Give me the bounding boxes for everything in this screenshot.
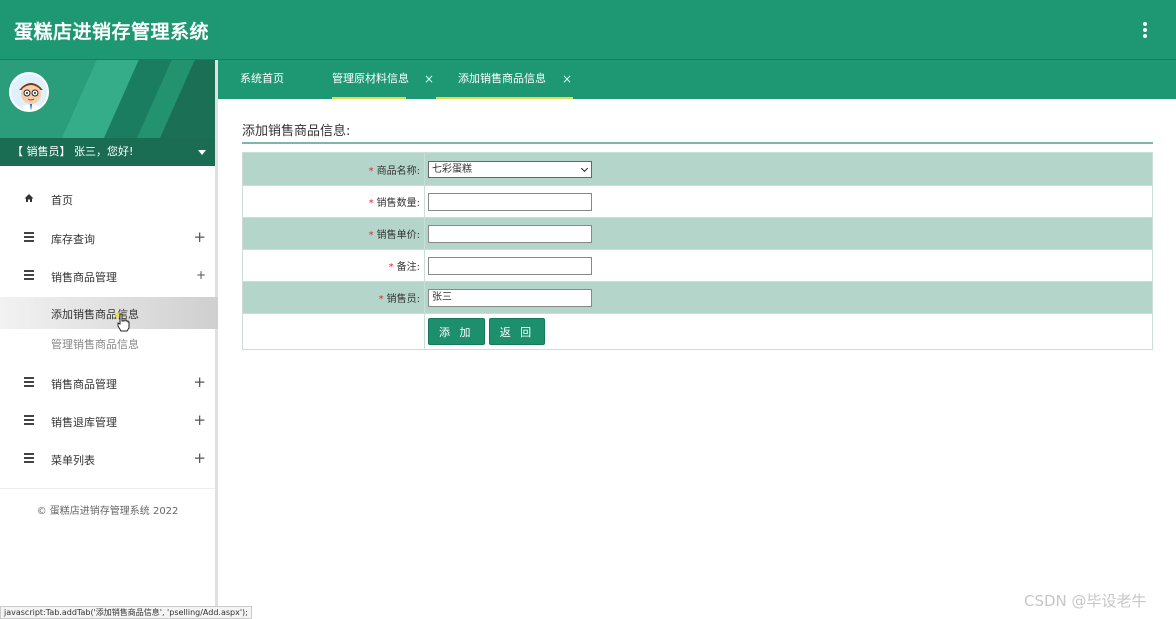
field-label: 备注: bbox=[396, 262, 420, 273]
sidebar: 【 销售员】 张三，您好! 首页 库存查询 + 销售商品管理 + 添加销售商品信… bbox=[0, 60, 218, 619]
close-icon[interactable]: × bbox=[562, 60, 572, 98]
form-row: * 备注: bbox=[242, 249, 1153, 282]
sidebar-item-label: 销售商品管理 bbox=[51, 271, 117, 284]
select-value: 七彩蛋糕 bbox=[432, 163, 472, 175]
tab-bar: 系统首页 管理原材料信息 × 添加销售商品信息 × bbox=[218, 60, 1176, 99]
chevron-down-icon bbox=[580, 164, 589, 172]
tab-system-home[interactable]: 系统首页 bbox=[240, 60, 284, 99]
avatar[interactable] bbox=[9, 72, 49, 112]
sidebar-subitem-manage-sales-goods[interactable]: 管理销售商品信息 bbox=[0, 327, 218, 359]
menu-icon bbox=[24, 453, 34, 463]
watermark: CSDN @毕设老牛 bbox=[1024, 592, 1147, 610]
plus-icon: + bbox=[193, 411, 206, 429]
required-mark: * bbox=[378, 294, 384, 305]
sidebar-item-inventory-query[interactable]: 库存查询 + bbox=[0, 219, 218, 257]
plus-icon: + bbox=[193, 373, 206, 391]
sidebar-item-label: 菜单列表 bbox=[51, 454, 95, 467]
form-row: * 销售员: 张三 bbox=[242, 281, 1153, 314]
required-mark: * bbox=[368, 198, 374, 209]
main-content: 添加销售商品信息: * 商品名称: 七彩蛋糕 * 销售数量: * 销售单价: * 备注:… bbox=[218, 99, 1176, 619]
form-row: 添 加 返 回 bbox=[242, 313, 1153, 350]
plus-icon: + bbox=[195, 268, 206, 282]
field-label: 商品名称: bbox=[376, 165, 420, 177]
add-button[interactable]: 添 加 bbox=[428, 318, 485, 345]
profile-banner: 【 销售员】 张三，您好! bbox=[0, 60, 215, 166]
top-header: 蛋糕店进销存管理系统 bbox=[0, 0, 1176, 60]
sidebar-item-label: 首页 bbox=[51, 194, 73, 207]
copyright: © 蛋糕店进销存管理系统 2022 bbox=[36, 506, 179, 517]
back-button[interactable]: 返 回 bbox=[488, 318, 546, 345]
page-title: 添加销售商品信息: bbox=[242, 124, 351, 139]
hand-cursor-icon bbox=[115, 312, 131, 332]
home-icon bbox=[24, 193, 34, 203]
sidebar-item-label: 库存查询 bbox=[51, 233, 95, 246]
user-greeting: 【 销售员】 张三，您好! bbox=[12, 145, 134, 158]
form-row: * 销售单价: bbox=[242, 217, 1153, 250]
plus-icon: + bbox=[193, 228, 206, 246]
add-sales-form: * 商品名称: 七彩蛋糕 * 销售数量: * 销售单价: * 备注: * 销售员: 张三 bbox=[242, 152, 1153, 350]
title-divider bbox=[242, 142, 1153, 144]
sidebar-divider bbox=[0, 488, 215, 489]
salesperson-input[interactable]: 张三 bbox=[428, 288, 592, 307]
tab-manage-materials[interactable]: 管理原材料信息 × bbox=[332, 60, 436, 99]
unit-price-input[interactable] bbox=[428, 224, 592, 243]
browser-status-bar: javascript:Tab.addTab('添加销售商品信息', 'psell… bbox=[0, 606, 252, 619]
form-row: * 商品名称: 七彩蛋糕 bbox=[242, 152, 1153, 186]
sidebar-item-label: 销售退库管理 bbox=[51, 416, 117, 429]
menu-icon bbox=[24, 232, 34, 242]
plus-icon: + bbox=[193, 449, 206, 467]
required-mark: * bbox=[368, 165, 374, 177]
menu-icon bbox=[24, 415, 34, 425]
field-label: 销售单价: bbox=[376, 230, 420, 241]
menu-icon bbox=[24, 377, 34, 387]
sidebar-item-label: 销售商品管理 bbox=[51, 378, 117, 391]
form-row: * 销售数量: bbox=[242, 185, 1153, 218]
sidebar-item-sales-return[interactable]: 销售退库管理 + bbox=[0, 402, 218, 440]
sidebar-item-sales-goods-2[interactable]: 销售商品管理 + bbox=[0, 364, 218, 402]
sidebar-item-home[interactable]: 首页 bbox=[0, 180, 218, 218]
tab-add-sales-goods[interactable]: 添加销售商品信息 × bbox=[436, 60, 573, 99]
required-mark: * bbox=[388, 262, 394, 273]
required-mark: * bbox=[368, 230, 374, 241]
remark-input[interactable] bbox=[428, 256, 592, 275]
menu-icon bbox=[24, 270, 34, 280]
field-label: 销售数量: bbox=[376, 198, 420, 209]
sidebar-subitem-label: 管理销售商品信息 bbox=[51, 338, 139, 351]
user-dropdown[interactable]: 【 销售员】 张三，您好! bbox=[0, 138, 215, 166]
sidebar-item-menu-list[interactable]: 菜单列表 + bbox=[0, 440, 218, 478]
field-label: 销售员: bbox=[386, 294, 420, 305]
sidebar-subitem-add-sales-goods[interactable]: 添加销售商品信息 bbox=[0, 297, 218, 329]
app-title: 蛋糕店进销存管理系统 bbox=[14, 21, 210, 43]
more-menu-icon[interactable] bbox=[1142, 22, 1148, 40]
tab-label: 管理原材料信息 bbox=[332, 72, 409, 85]
sidebar-item-sales-goods[interactable]: 销售商品管理 + bbox=[0, 257, 218, 295]
close-icon[interactable]: × bbox=[424, 60, 434, 98]
caret-down-icon bbox=[198, 150, 206, 155]
tab-label: 系统首页 bbox=[240, 72, 284, 85]
tab-label: 添加销售商品信息 bbox=[458, 72, 546, 85]
product-name-select[interactable]: 七彩蛋糕 bbox=[428, 160, 592, 178]
sales-quantity-input[interactable] bbox=[428, 192, 592, 211]
